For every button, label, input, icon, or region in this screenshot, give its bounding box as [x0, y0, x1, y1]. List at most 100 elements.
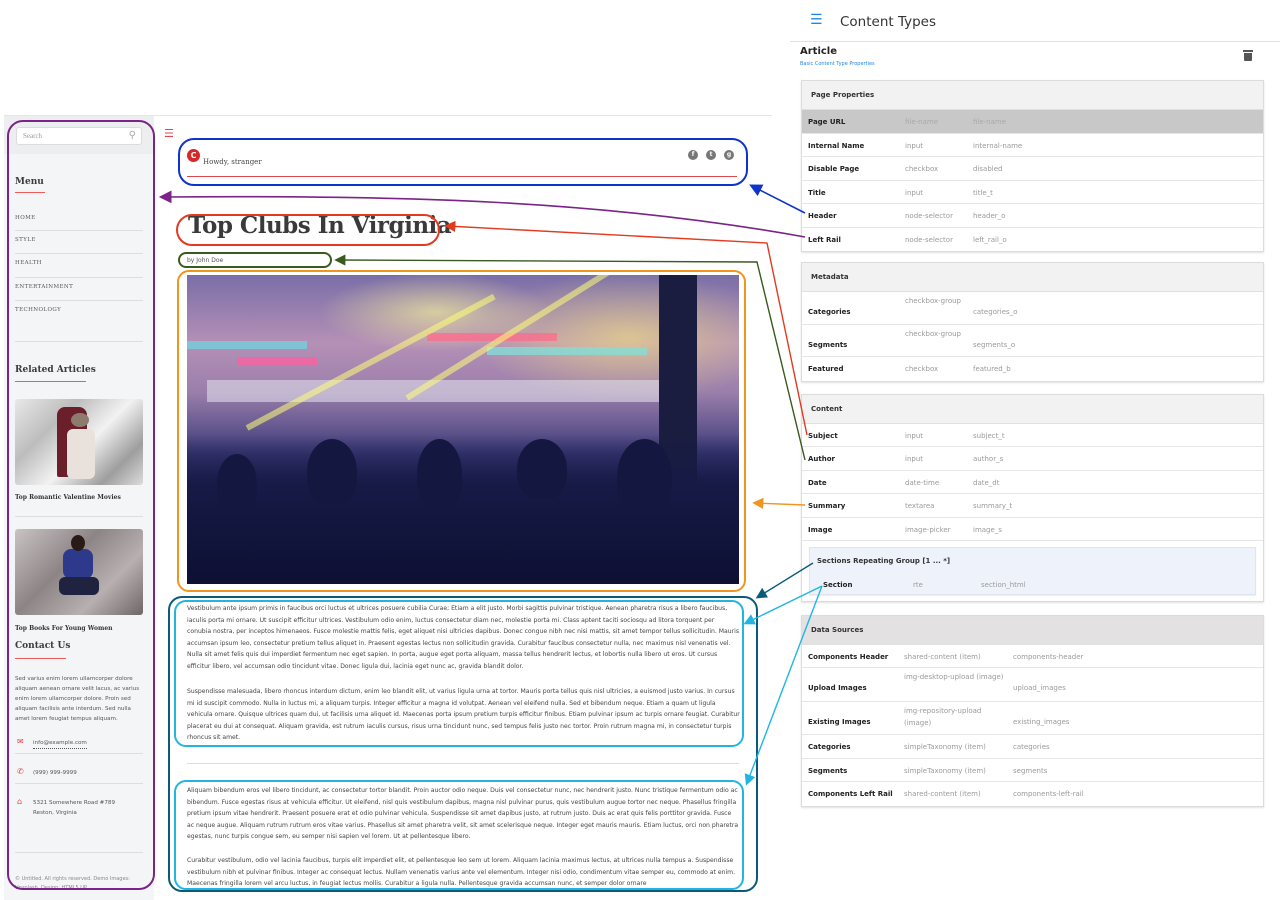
field-row[interactable]: Featured checkbox featured_b — [802, 357, 1263, 381]
search-input[interactable]: Search ⚲ — [16, 127, 142, 145]
field-row[interactable]: Page URL file-name file-name — [802, 110, 1263, 134]
section-2-paragraph: Curabitur vestibulum, odio vel lacinia f… — [187, 857, 736, 888]
field-label: Disable Page — [808, 165, 860, 173]
field-id: author_s — [973, 455, 1004, 463]
crowd-figure — [217, 454, 257, 514]
address-line2: Reston, Virginia — [33, 810, 77, 816]
menu-heading: Menu — [15, 177, 44, 187]
cms-topbar: ☰ Content Types — [790, 0, 1280, 42]
related-article-title[interactable]: Top Romantic Valentine Movies — [15, 494, 121, 501]
field-label: Author — [808, 455, 835, 463]
field-label: Left Rail — [808, 236, 841, 244]
field-label: Section — [823, 581, 853, 589]
datasource-type: img-repository-upload (image) — [904, 707, 982, 727]
search-area: Search ⚲ — [4, 116, 154, 154]
field-label: Categories — [808, 308, 851, 316]
field-label: Header — [808, 212, 837, 220]
datasource-label: Existing Images — [808, 718, 871, 726]
content-type-subtitle[interactable]: Basic Content Type Properties — [800, 61, 875, 67]
greeting-text: Howdy, stranger — [203, 158, 262, 166]
related-article-title[interactable]: Top Books For Young Women — [15, 625, 113, 632]
field-id: image_s — [973, 526, 1002, 534]
search-icon[interactable]: ⚲ — [129, 130, 136, 141]
menu-item-entertainment[interactable]: ENTERTAINMENT — [15, 284, 143, 290]
site-logo[interactable]: C — [187, 149, 200, 162]
field-row[interactable]: Categories checkbox-group categories_o — [802, 292, 1263, 325]
related-article-image[interactable] — [15, 529, 143, 615]
field-row[interactable]: Header node-selector header_o — [802, 204, 1263, 228]
github-icon[interactable]: g — [724, 150, 734, 160]
field-row[interactable]: Disable Page checkbox disabled — [802, 157, 1263, 181]
trash-icon[interactable] — [1243, 50, 1253, 61]
menu-item-home[interactable]: HOME — [15, 215, 143, 221]
envelope-icon: ✉ — [17, 737, 24, 746]
field-row[interactable]: Segments checkbox-group segments_o — [802, 325, 1263, 357]
section-divider — [187, 763, 739, 764]
datasource-type: shared-content (item) — [904, 790, 981, 798]
datasource-row[interactable]: Components Left Rail shared-content (ite… — [802, 782, 1263, 806]
field-type: checkbox — [905, 165, 939, 173]
field-label: Subject — [808, 432, 838, 440]
address-line1: 5321 Somewhere Road #789 — [33, 800, 116, 806]
stage-sign — [207, 380, 667, 402]
menu-divider — [15, 253, 143, 254]
field-label: Image — [808, 526, 833, 534]
field-row[interactable]: Summary textarea summary_t — [802, 494, 1263, 518]
field-type: input — [905, 432, 924, 440]
menu-divider — [15, 277, 143, 278]
field-id: file-name — [973, 118, 1007, 126]
field-id: section_html — [981, 581, 1026, 589]
facebook-icon[interactable]: f — [688, 150, 698, 160]
address: 5321 Somewhere Road #789 Reston, Virgini… — [33, 798, 115, 818]
datasource-id: existing_images — [1013, 718, 1070, 726]
phone-number: (999) 999-9999 — [33, 770, 77, 776]
repeating-group-title: Sections Repeating Group [1 ... *] — [817, 557, 951, 565]
crowd-figure — [307, 439, 357, 504]
image-figure — [59, 577, 99, 595]
datasource-row[interactable]: Components Header shared-content (item) … — [802, 645, 1263, 668]
field-label: Featured — [808, 365, 844, 373]
field-row[interactable]: Title input title_t — [802, 181, 1263, 204]
menu-divider — [15, 341, 143, 342]
copyright: © Untitled. All rights reserved. Demo Im… — [15, 876, 130, 891]
field-row[interactable]: Image image-picker image_s — [802, 518, 1263, 541]
hero-image — [187, 275, 739, 584]
field-type: textarea — [905, 502, 935, 510]
field-label: Segments — [808, 341, 848, 349]
field-type: node-selector — [905, 212, 953, 220]
related-divider — [15, 516, 143, 517]
field-label: Title — [808, 189, 826, 197]
search-placeholder: Search — [23, 132, 43, 140]
left-rail: Search ⚲ Menu HOME STYLE HEALTH ENTERTAI… — [4, 116, 154, 900]
card-title: Page Properties — [802, 81, 1263, 110]
field-row[interactable]: Author input author_s — [802, 447, 1263, 471]
field-row[interactable]: Internal Name input internal-name — [802, 134, 1263, 157]
menu-item-style[interactable]: STYLE — [15, 237, 143, 243]
field-row[interactable]: Left Rail node-selector left_rail_o — [802, 228, 1263, 251]
card-title: Metadata — [802, 263, 1263, 292]
field-id: categories_o — [973, 308, 1018, 316]
field-type: file-name — [905, 118, 939, 126]
twitter-icon[interactable]: t — [706, 150, 716, 160]
sections-repeating-group[interactable]: Sections Repeating Group [1 ... *] Secti… — [809, 547, 1256, 595]
related-article-image[interactable] — [15, 399, 143, 485]
menu-item-technology[interactable]: TECHNOLOGY — [15, 307, 143, 313]
contact-divider — [15, 753, 143, 754]
field-label: Date — [808, 479, 827, 487]
email-link[interactable]: info@example.com — [33, 738, 87, 749]
field-label: Page URL — [808, 118, 846, 126]
field-id: featured_b — [973, 365, 1011, 373]
datasource-id: upload_images — [1013, 684, 1066, 692]
menu-item-health[interactable]: HEALTH — [15, 260, 143, 266]
hamburger-menu-icon[interactable]: ☰ — [810, 13, 823, 27]
datasource-row[interactable]: Categories simpleTaxonomy (item) categor… — [802, 735, 1263, 759]
datasource-row[interactable]: Segments simpleTaxonomy (item) segments — [802, 759, 1263, 782]
light-band — [237, 357, 317, 365]
field-id: segments_o — [973, 341, 1016, 349]
field-row[interactable]: Date date-time date_dt — [802, 471, 1263, 494]
field-row[interactable]: Subject input subject_t — [802, 424, 1263, 447]
datasource-row[interactable]: Upload Images img-desktop-upload (image)… — [802, 668, 1263, 702]
header-underline — [187, 176, 737, 177]
hamburger-menu-icon[interactable]: ☰ — [164, 128, 174, 139]
datasource-row[interactable]: Existing Images img-repository-upload (i… — [802, 702, 1263, 735]
